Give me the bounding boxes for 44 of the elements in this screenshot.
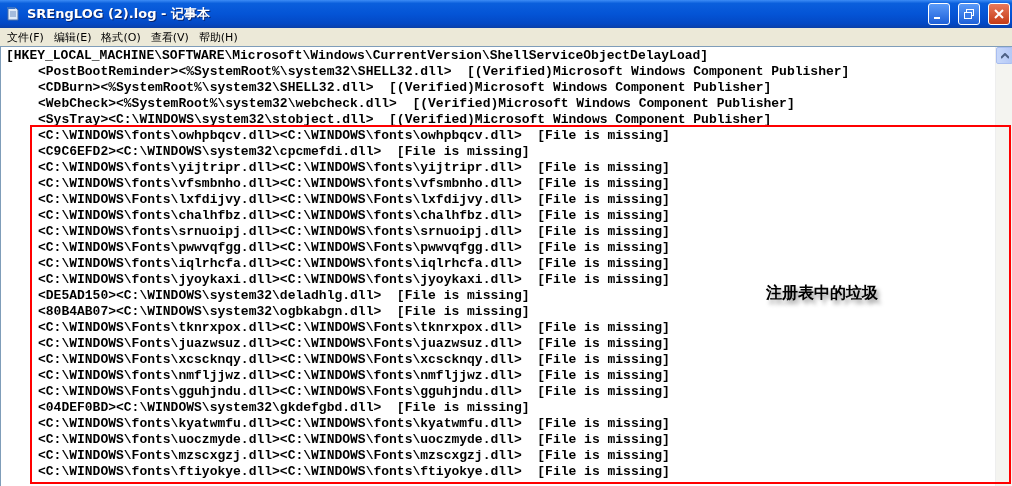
notepad-icon xyxy=(5,6,21,22)
log-line: <C:\WINDOWS\fonts\owhpbqcv.dll><C:\WINDOWS\fonts\owhpbqcv.dll> [File is missing] xyxy=(37,128,670,144)
minimize-button[interactable] xyxy=(928,3,950,25)
scroll-up-button[interactable] xyxy=(996,47,1012,64)
log-line: <C:\WINDOWS\Fonts\mzscxgzj.dll><C:\WINDOWS\Fonts\mzscxgzj.dll> [File is missing] xyxy=(37,448,670,464)
log-line: <C:\WINDOWS\Fonts\lxfdijvy.dll><C:\WINDOWS\Fonts\lxfdijvy.dll> [File is missing] xyxy=(37,192,670,208)
menu-item[interactable]: 格式(O) xyxy=(96,29,146,45)
log-line: <C:\WINDOWS\fonts\iqlrhcfa.dll><C:\WINDOWS\fonts\iqlrhcfa.dll> [File is missing] xyxy=(37,256,670,272)
close-icon xyxy=(993,8,1005,20)
log-line: <DE5AD150><C:\WINDOWS\system32\deladhlg.dll> [File is missing] xyxy=(37,288,530,304)
log-line: <C:\WINDOWS\fonts\yijtripr.dll><C:\WINDOWS\fonts\yijtripr.dll> [File is missing] xyxy=(37,160,670,176)
log-line: <C:\WINDOWS\fonts\kyatwmfu.dll><C:\WINDOWS\fonts\kyatwmfu.dll> [File is missing] xyxy=(37,416,670,432)
close-button[interactable] xyxy=(988,3,1010,25)
menu-item[interactable]: 文件(F) xyxy=(2,29,49,45)
log-line: <WebCheck><%SystemRoot%\system32\webcheck.dll> [(Verified)Microsoft Windows Component Publisher] xyxy=(37,96,795,112)
menu-item[interactable]: 编辑(E) xyxy=(48,29,97,45)
annotation-text: 注册表中的垃圾 xyxy=(766,283,878,304)
log-line: <C:\WINDOWS\Fonts\gguhjndu.dll><C:\WINDOWS\Fonts\gguhjndu.dll> [File is missing] xyxy=(37,384,670,400)
log-line: <CDBurn><%SystemRoot%\system32\SHELL32.dll> [(Verified)Microsoft Windows Component Publisher] xyxy=(37,80,772,96)
log-line: <C:\WINDOWS\fonts\vfsmbnho.dll><C:\WINDOWS\fonts\vfsmbnho.dll> [File is missing] xyxy=(37,176,670,192)
restore-icon xyxy=(963,8,975,20)
log-line: [HKEY_LOCAL_MACHINE\SOFTWARE\Microsoft\Windows\CurrentVersion\ShellServiceObjectDelayLoad] xyxy=(6,48,709,64)
log-line: <SysTray><C:\WINDOWS\system32\stobject.dll> [(Verified)Microsoft Windows Component Publisher] xyxy=(37,112,772,128)
log-line: <PostBootReminder><%SystemRoot%\system32\SHELL32.dll> [(Verified)Microsoft Windows Component Publisher] xyxy=(37,64,850,80)
caret-up-icon xyxy=(1000,52,1009,59)
log-line: <C:\WINDOWS\fonts\ftiyokye.dll><C:\WINDOWS\fonts\ftiyokye.dll> [File is missing] xyxy=(37,464,670,480)
window-title: SREngLOG (2).log - 记事本 xyxy=(27,5,211,23)
log-line: <C:\WINDOWS\fonts\jyoykaxi.dll><C:\WINDOWS\fonts\jyoykaxi.dll> [File is missing] xyxy=(37,272,670,288)
log-line: <C:\WINDOWS\Fonts\xcscknqy.dll><C:\WINDOWS\Fonts\xcscknqy.dll> [File is missing] xyxy=(37,352,670,368)
minimize-icon xyxy=(934,17,940,19)
log-line: <C:\WINDOWS\Fonts\pwwvqfgg.dll><C:\WINDOWS\Fonts\pwwvqfgg.dll> [File is missing] xyxy=(37,240,670,256)
scroll-bar[interactable] xyxy=(995,47,1012,486)
log-line: <C9C6EFD2><C:\WINDOWS\system32\cpcmefdi.dll> [File is missing] xyxy=(37,144,530,160)
log-line: <C:\WINDOWS\Fonts\juazwsuz.dll><C:\WINDOWS\Fonts\juazwsuz.dll> [File is missing] xyxy=(37,336,670,352)
log-line: <C:\WINDOWS\fonts\uoczmyde.dll><C:\WINDOWS\fonts\uoczmyde.dll> [File is missing] xyxy=(37,432,670,448)
log-line: <C:\WINDOWS\fonts\nmfljjwz.dll><C:\WINDOWS\fonts\nmfljjwz.dll> [File is missing] xyxy=(37,368,670,384)
maximize-button[interactable] xyxy=(958,3,980,25)
log-line: <C:\WINDOWS\fonts\srnuoipj.dll><C:\WINDOWS\fonts\srnuoipj.dll> [File is missing] xyxy=(37,224,670,240)
log-line: <C:\WINDOWS\fonts\chalhfbz.dll><C:\WINDOWS\fonts\chalhfbz.dll> [File is missing] xyxy=(37,208,670,224)
log-line: <C:\WINDOWS\Fonts\tknrxpox.dll><C:\WINDOWS\Fonts\tknrxpox.dll> [File is missing] xyxy=(37,320,670,336)
menu-item[interactable]: 帮助(H) xyxy=(193,29,243,45)
menu-item[interactable]: 查看(V) xyxy=(145,29,194,45)
log-line: <04DEF0BD><C:\WINDOWS\system32\gkdefgbd.dll> [File is missing] xyxy=(37,400,530,416)
log-line: <80B4AB07><C:\WINDOWS\system32\ogbkabgn.dll> [File is missing] xyxy=(37,304,530,320)
